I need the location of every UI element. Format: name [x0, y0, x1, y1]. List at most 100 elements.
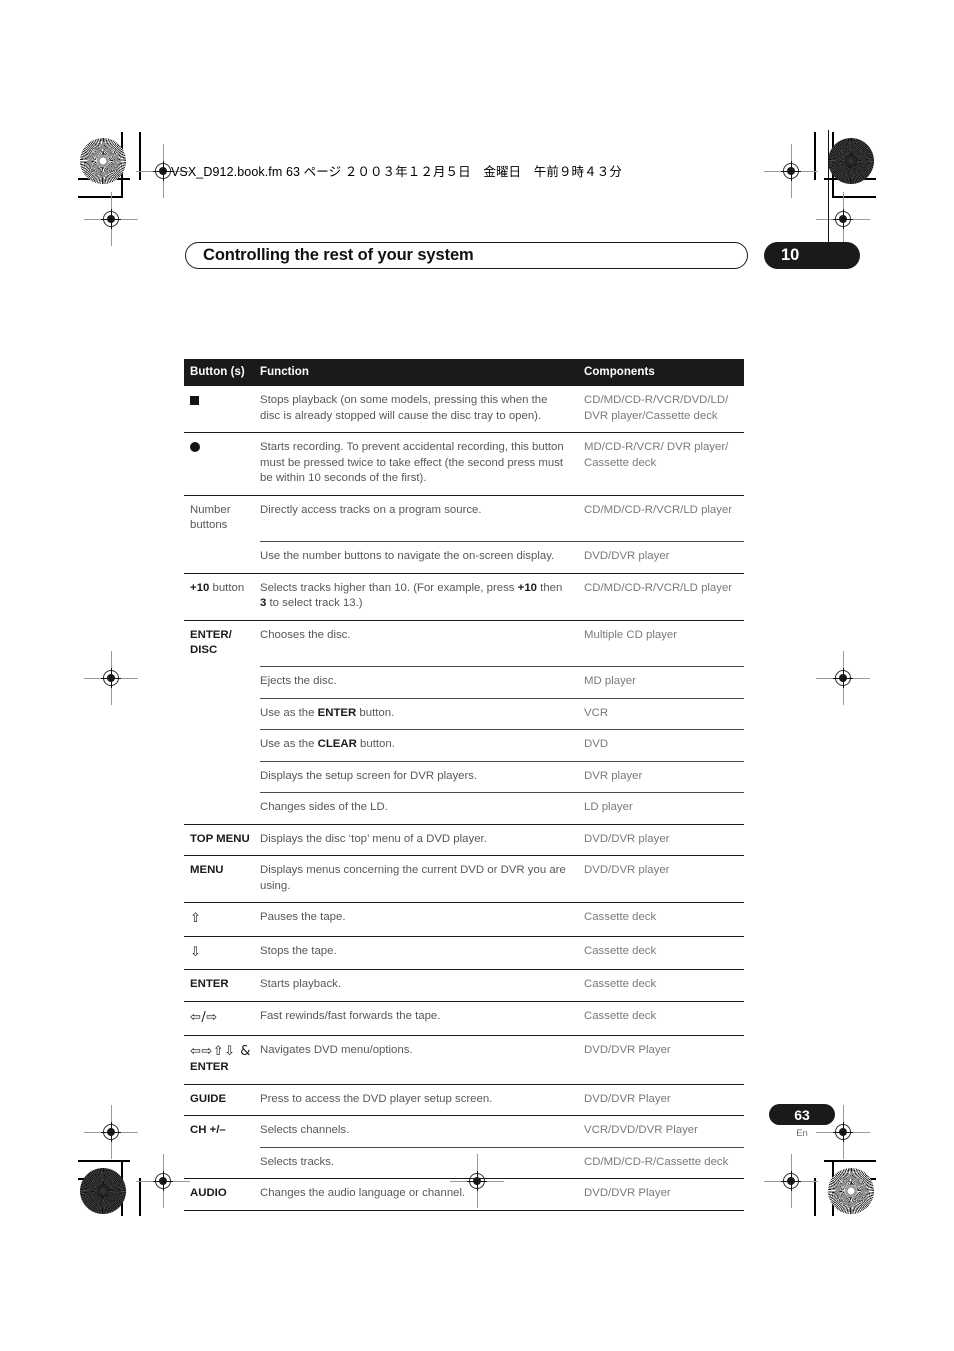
cell-button: ENTER — [184, 969, 260, 1002]
table-body: Stops playback (on some models, pressing… — [184, 386, 744, 1211]
cell-function: Stops the tape. — [260, 935, 584, 970]
cell-button: AUDIO — [184, 1178, 260, 1211]
cell-components: DVR player — [584, 760, 744, 793]
cell-function: Directly access tracks on a program sour… — [260, 494, 584, 542]
cell-button — [184, 761, 260, 793]
table-row: GUIDE Press to access the DVD player setu… — [184, 1083, 744, 1116]
chapter-tab-rule — [828, 130, 829, 248]
cell-function: Pauses the tape. — [260, 902, 584, 937]
cell-function: Starts recording. To prevent accidental … — [260, 432, 584, 495]
table-row: +10 button Selects tracks higher than 10.… — [184, 572, 744, 620]
cell-button: ⇦/⇨ — [184, 1000, 260, 1036]
cell-components: VCR/DVD/DVR Player — [584, 1115, 744, 1148]
table-row: CH +/– Selects channels. VCR/DVD/DVR Playe… — [184, 1115, 744, 1148]
arrow-down-icon: ⇩ — [190, 944, 202, 960]
cell-function: Ejects the disc. — [260, 666, 584, 698]
page-language-code: En — [796, 1128, 808, 1139]
cell-function: Use the number buttons to navigate the o… — [260, 541, 584, 573]
cell-button: GUIDE — [184, 1083, 260, 1116]
cell-components: DVD/DVR Player — [584, 1178, 744, 1211]
cell-components: CD/MD/CD-R/VCR/DVD/LD/ DVR player/Casset… — [584, 394, 729, 422]
page-title-container: Controlling the rest of your system — [185, 242, 748, 269]
cell-function: Displays the setup screen for DVR player… — [260, 760, 584, 793]
cell-function: Chooses the disc. — [260, 619, 584, 667]
cell-components: DVD/DVR player — [584, 541, 744, 573]
table-row: AUDIO Changes the audio language or chann… — [184, 1178, 744, 1211]
table-footer-rule — [184, 1209, 744, 1211]
cell-button — [184, 542, 260, 574]
remote-control-button-table: Button (s) Function Components Stops pla… — [184, 359, 744, 1211]
table-row: Ejects the disc. MD player — [184, 666, 744, 698]
cell-components: MD/CD-R/VCR/ DVR player/ Cassette deck — [584, 432, 744, 495]
cell-function: Navigates DVD menu/options. — [260, 1034, 584, 1085]
cell-components: DVD/DVR Player — [584, 1034, 744, 1085]
table-row: MENU Displays menus concerning the curren… — [184, 855, 744, 903]
table-row: Displays the setup screen for DVR player… — [184, 760, 744, 793]
column-header-function: Function — [260, 359, 584, 386]
cell-function: Stops playback (on some models, pressing… — [260, 394, 548, 422]
table-header-row: Button (s) Function Components — [184, 359, 744, 386]
cell-components: Multiple CD player — [584, 619, 744, 667]
table-row: Number buttons Directly access tracks on … — [184, 494, 744, 542]
cell-button — [184, 698, 260, 730]
arrow-up-icon: ⇧ — [190, 911, 202, 926]
cell-components: DVD/DVR player — [584, 823, 744, 856]
cell-components: CD/MD/CD-R/VCR/LD player — [584, 494, 744, 542]
table-row: Use as the ENTER button. VCR — [184, 697, 744, 730]
cell-button: +10 button — [184, 572, 260, 620]
cell-components: DVD — [584, 729, 744, 761]
cell-components: Cassette deck — [584, 935, 744, 970]
table-row: Use as the CLEAR button. DVD — [184, 729, 744, 761]
cell-components: VCR — [584, 697, 744, 730]
cell-function: Press to access the DVD player setup scr… — [260, 1083, 584, 1116]
cell-components: DVD/DVR player — [584, 855, 744, 903]
cell-function: Displays the disc ‘top’ menu of a DVD pl… — [260, 823, 584, 856]
arrow-left-right-icon: ⇦/⇨ — [190, 1009, 218, 1025]
cell-button: CH +/– — [184, 1115, 260, 1148]
cell-components: CD/MD/CD-R/Cassette deck — [584, 1146, 744, 1179]
table-row: Changes sides of the LD. LD player — [184, 792, 744, 825]
page-number-badge: 63 — [769, 1104, 835, 1125]
cell-components: LD player — [584, 792, 744, 824]
cell-button — [184, 1147, 260, 1179]
cell-components: Cassette deck — [584, 969, 744, 1002]
cell-components: Cassette deck — [584, 902, 744, 937]
cell-function: Changes sides of the LD. — [260, 792, 584, 824]
page-title: Controlling the rest of your system — [203, 246, 474, 264]
cell-button: MENU — [184, 855, 260, 903]
arrow-cluster-icon: ⇦⇨⇧⇩ & — [190, 1043, 251, 1059]
record-circle-icon — [190, 442, 200, 453]
table-row: Use the number buttons to navigate the o… — [184, 541, 744, 574]
table-row: ENTER/ DISC Chooses the disc. Multiple CD … — [184, 619, 744, 667]
stop-square-icon — [190, 395, 199, 405]
table-row: Stops playback (on some models, pressing… — [184, 386, 744, 433]
table-row: ⇦⇨⇧⇩ & ENTER Navigates DVD menu/options. DV… — [184, 1034, 744, 1085]
cell-components: CD/MD/CD-R/VCR/LD player — [584, 572, 744, 620]
chapter-badge: 10 — [764, 242, 860, 269]
cell-button — [184, 793, 260, 825]
table-bottom-border — [184, 1209, 744, 1211]
cell-function: Use as the CLEAR button. — [260, 729, 584, 761]
cell-function: Displays menus concerning the current DV… — [260, 855, 584, 903]
table-header: Button (s) Function Components — [184, 359, 744, 386]
cell-button: Number buttons — [184, 494, 260, 542]
cell-function: Changes the audio language or channel. — [260, 1178, 584, 1211]
page-number: 63 — [794, 1106, 810, 1123]
cell-button: ⇩ — [184, 935, 260, 970]
cell-function: Use as the ENTER button. — [260, 697, 584, 730]
source-filename-header: VSX_D912.book.fm 63 ページ ２００３年１２月５日 金曜日 午… — [171, 165, 622, 179]
table-row: ⇩ Stops the tape. Cassette deck — [184, 935, 744, 970]
cell-function: Selects channels. — [260, 1115, 584, 1148]
cell-components: Cassette deck — [584, 1000, 744, 1036]
cell-components: MD player — [584, 666, 744, 698]
cell-function: Selects tracks. — [260, 1146, 584, 1179]
table-row: ⇧ Pauses the tape. Cassette deck — [184, 902, 744, 937]
cell-button — [184, 386, 260, 433]
table-row: Starts recording. To prevent accidental … — [184, 432, 744, 495]
table-row: ⇦/⇨ Fast rewinds/fast forwards the tape. C… — [184, 1000, 744, 1036]
cell-button: ENTER/ DISC — [184, 619, 260, 667]
cell-function: Starts playback. — [260, 969, 584, 1002]
table-row: Selects tracks. CD/MD/CD-R/Cassette deck — [184, 1146, 744, 1179]
page-title-pill: Controlling the rest of your system — [185, 242, 748, 269]
table-row: TOP MENU Displays the disc ‘top’ menu of … — [184, 823, 744, 856]
